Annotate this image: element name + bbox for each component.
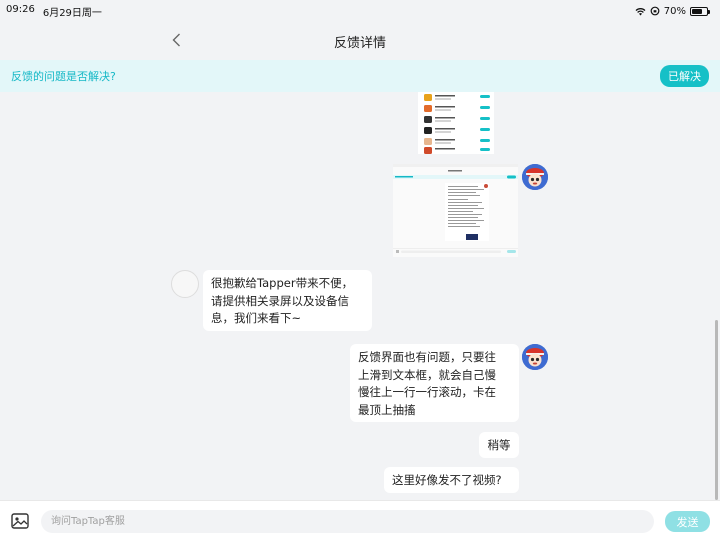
chevron-left-icon (172, 33, 180, 47)
wifi-icon (635, 7, 646, 15)
send-button[interactable]: 发送 (665, 511, 710, 532)
support-avatar[interactable] (171, 270, 199, 298)
rotation-lock-icon (650, 6, 660, 16)
battery-icon (690, 6, 710, 16)
nav-bar: 反馈详情 (0, 22, 720, 60)
chat-area[interactable]: 很抱歉给Tapper带来不便， 请提供相关录屏以及设备信 息，我们来看下~ 反馈… (0, 92, 720, 500)
avatar[interactable] (522, 344, 548, 370)
image-icon[interactable] (11, 513, 29, 529)
scrollbar[interactable] (715, 320, 718, 500)
user-avatar-image (522, 164, 548, 190)
resolution-question: 反馈的问题是否解决? (11, 70, 116, 83)
resolution-banner: 反馈的问题是否解决? 已解决 (0, 60, 720, 92)
message-bubble-user[interactable]: 反馈界面也有问题，只要往 上滑到文本框，就会自己慢 慢往上一行一行滚动，卡在 最… (350, 344, 519, 422)
resolved-button[interactable]: 已解决 (660, 65, 709, 87)
battery-percent: 70% (663, 5, 686, 17)
status-bar: 09:26 6月29日周一 70% (0, 0, 720, 22)
status-time: 09:26 (6, 3, 35, 15)
status-date: 6月29日周一 (42, 7, 102, 19)
battery-fill (692, 8, 702, 14)
input-bar: 发送 (0, 500, 720, 540)
user-avatar-image (522, 344, 548, 370)
message-bubble-support[interactable]: 很抱歉给Tapper带来不便， 请提供相关录屏以及设备信 息，我们来看下~ (203, 270, 372, 331)
screenshot-image[interactable] (418, 92, 494, 154)
avatar[interactable] (522, 164, 548, 190)
back-button[interactable] (166, 30, 186, 50)
message-bubble-user[interactable]: 稍等 (479, 432, 519, 458)
screenshot-image[interactable] (393, 164, 518, 257)
page-title: 反馈详情 (333, 35, 386, 51)
message-input[interactable] (41, 510, 654, 533)
message-bubble-user[interactable]: 这里好像发不了视频? (384, 467, 519, 493)
